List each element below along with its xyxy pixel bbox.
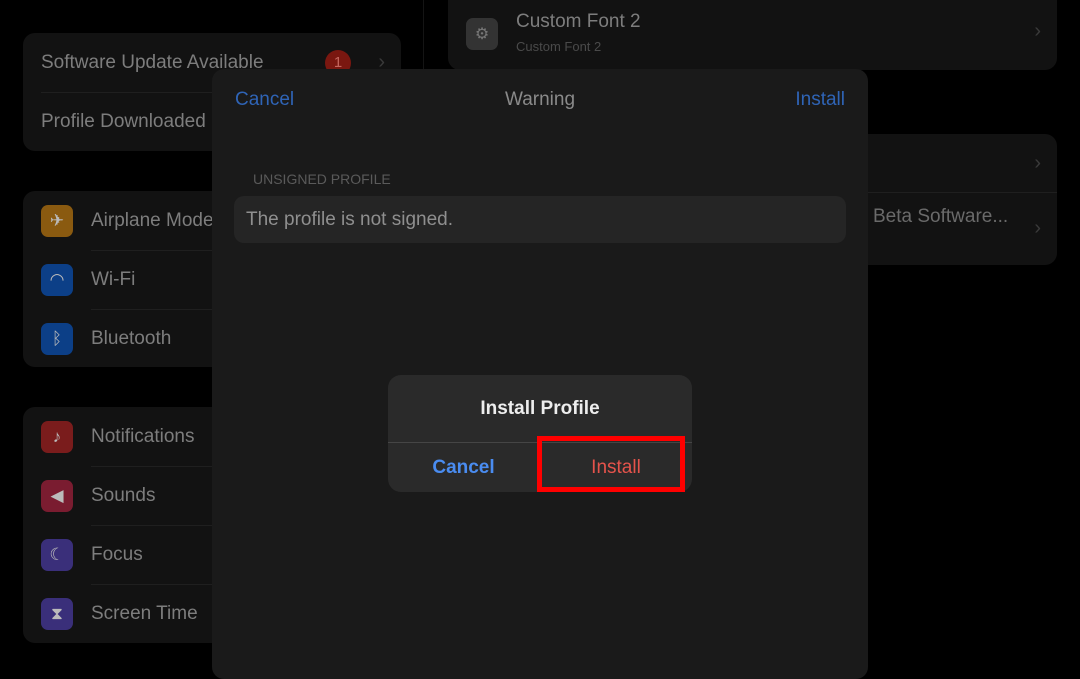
sidebar-item-label: Notifications [91,425,195,447]
sidebar-item-label: Sounds [91,484,156,506]
sidebar-item-label: Airplane Mode [91,209,214,231]
beta-software-label: Beta Software... [873,206,1009,227]
warning-sheet: Cancel Warning Install UNSIGNED PROFILE … [212,69,868,679]
moon-icon: ☾ [41,538,73,571]
custom-font-card[interactable]: ⚙ Custom Font 2 Custom Font 2 › [448,0,1057,70]
sheet-install-button[interactable]: Install [795,89,845,111]
section-header: UNSIGNED PROFILE [253,171,391,187]
alert-title: Install Profile [480,398,600,419]
chevron-right-icon: › [1034,152,1041,174]
font-title: Custom Font 2 [516,11,641,32]
bluetooth-icon: ᛒ [41,322,73,355]
gear-icon: ⚙ [466,18,498,50]
airplane-icon: ✈ [41,204,73,237]
sidebar-item-label: Wi-Fi [91,268,136,290]
bell-icon: ♪ [41,420,73,453]
highlight-box [537,436,685,492]
sidebar-item-label: Screen Time [91,602,198,624]
sidebar-item-label: Bluetooth [91,327,172,349]
font-subtitle: Custom Font 2 [516,39,602,54]
alert-cancel-button[interactable]: Cancel [388,457,539,479]
message-text: The profile is not signed. [246,209,454,230]
chevron-right-icon: › [1034,217,1041,239]
speaker-icon: ◀ [41,479,73,512]
wifi-icon: ◠ [41,263,73,296]
chevron-right-icon: › [1034,20,1041,42]
hourglass-icon: ⧗ [41,597,73,630]
sidebar-item-label: Focus [91,543,143,565]
sheet-title: Warning [504,89,576,110]
profile-downloaded-label: Profile Downloaded [41,110,206,132]
message-cell: The profile is not signed. [234,196,846,243]
